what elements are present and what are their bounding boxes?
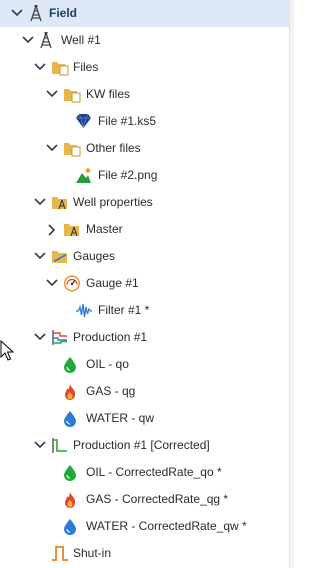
production-rates-icon <box>51 324 69 351</box>
tree-item-production-1[interactable]: Production #1 <box>0 324 290 351</box>
tree-label: Master <box>86 222 123 236</box>
tree-item-oil-corrected[interactable]: OIL - CorrectedRate_qo * <box>0 459 290 486</box>
tree-item-gauge-1[interactable]: Gauge #1 <box>0 270 290 297</box>
tree-label: WATER - CorrectedRate_qw * <box>86 519 247 533</box>
production-corrected-icon <box>51 432 69 459</box>
tree-item-shut-in[interactable]: Shut-in <box>0 540 290 567</box>
tree-label: Files <box>73 60 99 74</box>
tree-item-gas-corrected[interactable]: GAS - CorrectedRate_qg * <box>0 486 290 513</box>
folder-rig-icon <box>51 189 69 216</box>
chevron-down-icon[interactable] <box>46 270 58 297</box>
folder-files-icon <box>51 54 69 81</box>
shut-in-pulse-icon <box>51 540 69 567</box>
tree-label: Well #1 <box>61 33 101 47</box>
folder-rig-icon <box>63 216 81 243</box>
tree-label: OIL - CorrectedRate_qo * <box>86 465 222 479</box>
tree-label: Field <box>49 6 78 20</box>
tree-item-production-1-corrected[interactable]: Production #1 [Corrected] <box>0 432 290 459</box>
oil-drop-icon <box>62 459 80 486</box>
scrollbar[interactable] <box>289 0 294 568</box>
tree-item-other-files[interactable]: Other files <box>0 135 290 162</box>
tree-item-water[interactable]: WATER - qw <box>0 405 290 432</box>
chevron-down-icon[interactable] <box>11 0 23 27</box>
tree-item-kw-files[interactable]: KW files <box>0 81 290 108</box>
gauge-icon <box>63 270 81 297</box>
tree-label: Filter #1 * <box>98 303 150 317</box>
tree-label: Gauge #1 <box>86 276 139 290</box>
chevron-down-icon[interactable] <box>22 27 34 54</box>
chevron-down-icon[interactable] <box>46 81 58 108</box>
chevron-down-icon[interactable] <box>34 324 46 351</box>
folder-gauges-icon <box>51 243 69 270</box>
tree-label: KW files <box>86 87 131 101</box>
diamond-icon <box>75 108 93 135</box>
tree-label: GAS - qg <box>86 384 136 398</box>
tree-item-file-1[interactable]: File #1.ks5 <box>0 108 290 135</box>
waveform-icon <box>75 297 93 324</box>
oil-rig-icon <box>38 27 56 54</box>
tree-label: OIL - qo <box>86 357 129 371</box>
mouse-cursor-icon <box>0 339 15 365</box>
tree-item-master[interactable]: Master <box>0 216 290 243</box>
tree-label: Gauges <box>73 249 116 263</box>
tree-item-oil[interactable]: OIL - qo <box>0 351 290 378</box>
chevron-right-icon[interactable] <box>47 216 59 243</box>
oil-rig-icon <box>28 0 46 27</box>
tree-item-files[interactable]: Files <box>0 54 290 81</box>
chevron-down-icon[interactable] <box>34 54 46 81</box>
tree-item-gas[interactable]: GAS - qg <box>0 378 290 405</box>
water-drop-icon <box>62 513 80 540</box>
tree-label: Production #1 [Corrected] <box>73 438 210 452</box>
tree-item-gauges[interactable]: Gauges <box>0 243 290 270</box>
tree-item-field[interactable]: Field <box>0 0 290 27</box>
project-tree: Field Well #1 Files KW files File #1.ks5… <box>0 0 294 568</box>
tree-item-filter-1[interactable]: Filter #1 * <box>0 297 290 324</box>
chevron-down-icon[interactable] <box>34 432 46 459</box>
tree-label: Shut-in <box>73 546 112 560</box>
tree-label: Well properties <box>73 195 153 209</box>
tree-item-well-properties[interactable]: Well properties <box>0 189 290 216</box>
tree-label: File #2.png <box>98 168 158 182</box>
tree-label: Production #1 <box>73 330 148 344</box>
chevron-down-icon[interactable] <box>46 135 58 162</box>
water-drop-icon <box>62 405 80 432</box>
image-file-icon <box>75 162 93 189</box>
tree-item-file-2[interactable]: File #2.png <box>0 162 290 189</box>
tree-item-well-1[interactable]: Well #1 <box>0 27 290 54</box>
tree-label: WATER - qw <box>86 411 154 425</box>
chevron-down-icon[interactable] <box>34 189 46 216</box>
gas-flame-icon <box>62 378 80 405</box>
tree-label: Other files <box>86 141 141 155</box>
folder-files-icon <box>63 135 81 162</box>
tree-item-water-corrected[interactable]: WATER - CorrectedRate_qw * <box>0 513 290 540</box>
chevron-down-icon[interactable] <box>34 243 46 270</box>
tree-label: GAS - CorrectedRate_qg * <box>86 492 229 506</box>
oil-drop-icon <box>62 351 80 378</box>
tree-label: File #1.ks5 <box>98 114 157 128</box>
folder-files-icon <box>63 81 81 108</box>
gas-flame-icon <box>62 486 80 513</box>
